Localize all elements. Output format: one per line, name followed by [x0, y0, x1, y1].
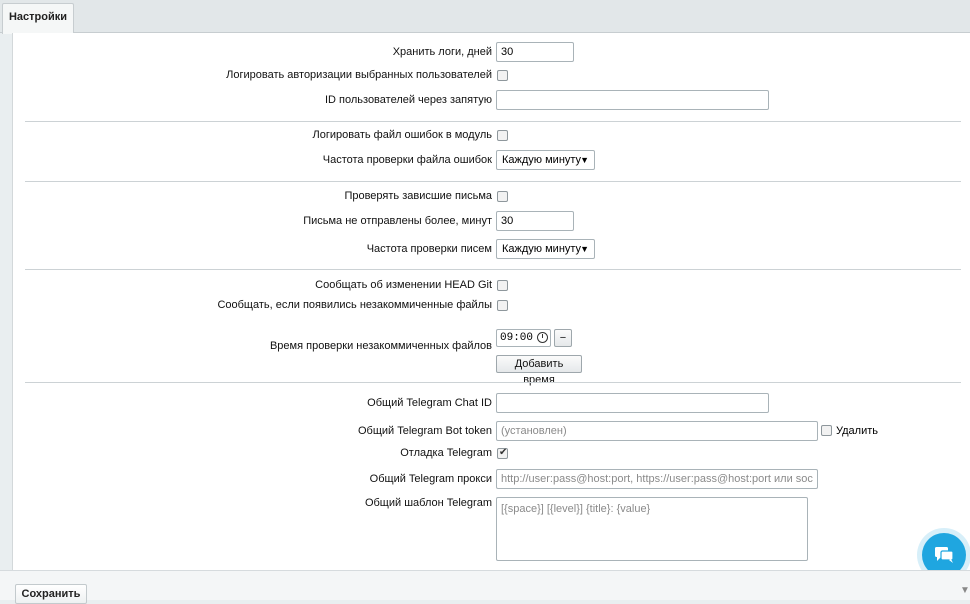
check-mail-checkbox[interactable]	[497, 191, 508, 202]
git-uncommitted-checkbox[interactable]	[497, 300, 508, 311]
separator	[25, 181, 961, 182]
separator	[25, 382, 961, 383]
mail-minutes-row: Письма не отправлены более, минут	[13, 211, 970, 231]
add-time-button[interactable]: Добавить время	[496, 355, 582, 386]
chevron-down-icon: ▼	[580, 155, 589, 165]
log-auth-row: Логировать авторизации выбранных пользов…	[13, 69, 970, 83]
mail-freq-label: Частота проверки писем	[366, 243, 492, 255]
uncommitted-time-value: 09:00	[500, 332, 534, 344]
log-errors-row: Логировать файл ошибок в модуль	[13, 129, 970, 143]
uncommitted-time-row: Время проверки незакоммиченных файлов 09…	[13, 329, 970, 386]
mail-freq-value: Каждую минуту	[502, 243, 582, 255]
error-freq-value: Каждую минуту	[502, 154, 582, 166]
tg-token-row: Общий Telegram Bot token Удалить	[13, 421, 970, 441]
git-uncommitted-row: Сообщать, если появились незакоммиченные…	[13, 299, 970, 313]
tg-template-row: Общий шаблон Telegram	[13, 497, 970, 563]
tg-chat-label: Общий Telegram Chat ID	[367, 397, 492, 409]
separator	[25, 269, 961, 270]
mail-freq-row: Частота проверки писем Каждую минуту ▼	[13, 239, 970, 259]
remove-time-button[interactable]: −	[554, 329, 572, 347]
tg-debug-label: Отладка Telegram	[400, 447, 492, 459]
tg-token-delete-checkbox[interactable]	[821, 425, 832, 436]
tab-settings[interactable]: Настройки	[2, 3, 74, 34]
separator	[25, 121, 961, 122]
git-head-label: Сообщать об изменении HEAD Git	[315, 279, 492, 291]
check-mail-label: Проверять зависшие письма	[344, 190, 492, 202]
mail-minutes-input[interactable]	[496, 211, 574, 231]
log-errors-checkbox[interactable]	[497, 130, 508, 141]
log-days-input[interactable]	[496, 42, 574, 62]
log-days-label: Хранить логи, дней	[392, 46, 492, 58]
mail-freq-select[interactable]: Каждую минуту ▼	[496, 239, 595, 259]
tg-token-input[interactable]	[496, 421, 818, 441]
save-button[interactable]: Сохранить	[15, 584, 87, 604]
tg-template-label: Общий шаблон Telegram	[364, 497, 492, 509]
error-freq-label: Частота проверки файла ошибок	[322, 154, 492, 166]
git-head-checkbox[interactable]	[497, 280, 508, 291]
tg-token-delete-label: Удалить	[836, 425, 878, 437]
user-ids-row: ID пользователей через запятую	[13, 90, 970, 110]
git-head-row: Сообщать об изменении HEAD Git	[13, 279, 970, 293]
tg-debug-checkbox[interactable]: ✔	[497, 447, 508, 459]
log-errors-label: Логировать файл ошибок в модуль	[312, 129, 492, 141]
tg-chat-input[interactable]	[496, 393, 769, 413]
log-auth-label: Логировать авторизации выбранных пользов…	[226, 69, 492, 81]
footer: Сохранить ▼	[0, 570, 970, 604]
log-days-row: Хранить логи, дней	[13, 42, 970, 62]
chevron-down-icon: ▼	[580, 244, 589, 254]
pin-icon[interactable]: ▼	[960, 585, 970, 596]
uncommitted-time-label: Время проверки незакоммиченных файлов	[269, 340, 492, 352]
tg-debug-row: Отладка Telegram ✔	[13, 447, 970, 461]
tg-template-textarea[interactable]	[496, 497, 808, 561]
tg-chat-row: Общий Telegram Chat ID	[13, 393, 970, 413]
user-ids-label: ID пользователей через запятую	[324, 94, 492, 106]
tg-proxy-input[interactable]	[496, 469, 818, 489]
tg-proxy-row: Общий Telegram прокси	[13, 469, 970, 489]
error-freq-row: Частота проверки файла ошибок Каждую мин…	[13, 150, 970, 170]
mail-minutes-label: Письма не отправлены более, минут	[303, 215, 492, 227]
error-freq-select[interactable]: Каждую минуту ▼	[496, 150, 595, 170]
clock-icon	[537, 332, 548, 343]
tab-bar: Настройки	[0, 0, 970, 34]
tg-token-label: Общий Telegram Bot token	[357, 425, 492, 437]
git-uncommitted-label: Сообщать, если появились незакоммиченные…	[217, 299, 492, 311]
tg-proxy-label: Общий Telegram прокси	[369, 473, 492, 485]
check-icon: ✔	[499, 447, 508, 458]
check-mail-row: Проверять зависшие письма	[13, 190, 970, 204]
settings-panel: Хранить логи, дней Логировать авторизаци…	[12, 33, 970, 570]
uncommitted-time-input[interactable]: 09:00	[496, 329, 551, 347]
user-ids-input[interactable]	[496, 90, 769, 110]
log-auth-checkbox[interactable]	[497, 70, 508, 81]
